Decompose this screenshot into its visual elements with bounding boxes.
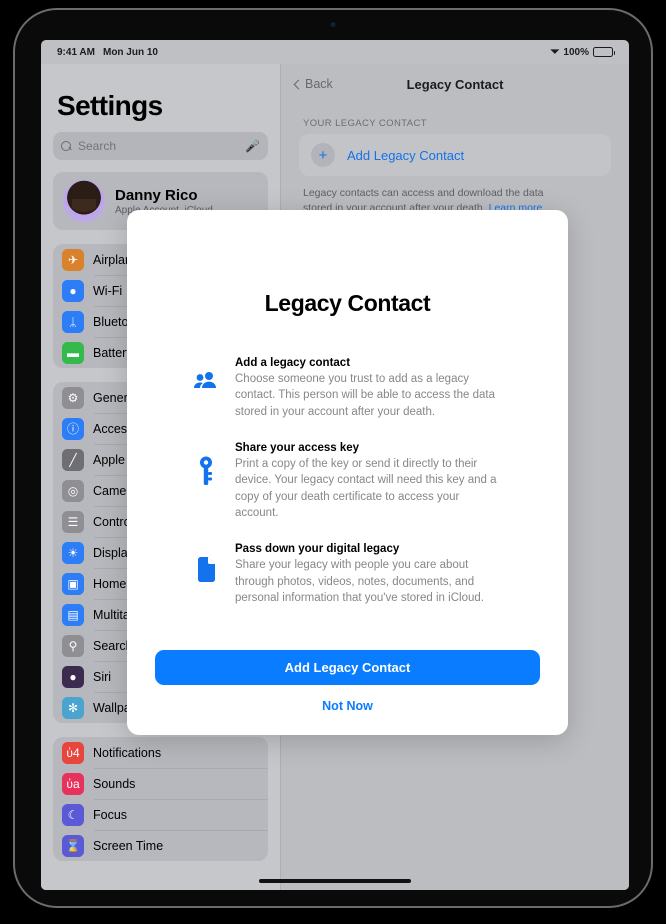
feature-item: Share your access key Print a copy of the… <box>193 442 502 521</box>
page-title: Settings <box>57 90 163 121</box>
camera-icon: ◎ <box>62 479 84 502</box>
feature-body: Choose someone you trust to add as a leg… <box>235 373 495 418</box>
feature-text: Pass down your digital legacy Share your … <box>235 543 502 606</box>
plus-icon: + <box>311 143 335 167</box>
modal-actions: Add Legacy Contact Not Now <box>155 650 540 735</box>
feature-heading: Add a legacy contact <box>235 357 351 369</box>
status-time: 9:41 AM <box>57 46 95 58</box>
siri-icon: ● <box>62 665 84 688</box>
hourglass-icon: ⌛ <box>62 834 84 857</box>
screen: 9:41 AM Mon Jun 10 ⏷ 100% Settings Searc… <box>41 40 629 890</box>
not-now-button[interactable]: Not Now <box>155 699 540 713</box>
feature-list: Add a legacy contact Choose someone you t… <box>155 357 540 606</box>
add-legacy-contact-button[interactable]: Add Legacy Contact <box>155 650 540 685</box>
home-indicator[interactable] <box>259 879 411 883</box>
add-legacy-contact-row[interactable]: + Add Legacy Contact <box>299 134 611 176</box>
wallpaper-icon: ✻ <box>62 696 84 719</box>
detail-title: Legacy Contact <box>406 76 504 92</box>
brightness-icon: ☀ <box>62 541 84 564</box>
device-frame: 9:41 AM Mon Jun 10 ⏷ 100% Settings Searc… <box>13 8 653 908</box>
bluetooth-icon: ᛦ <box>62 310 84 333</box>
two-people-icon <box>193 357 219 389</box>
search-input[interactable]: Search 🎤 <box>53 132 268 160</box>
document-icon <box>193 543 219 583</box>
sidebar-item-label: Wi-Fi <box>93 283 123 298</box>
search-icon <box>61 140 72 152</box>
feature-body: Share your legacy with people you care a… <box>235 559 484 604</box>
airplane-icon: ✈ <box>62 248 84 271</box>
microphone-icon[interactable]: 🎤 <box>245 139 260 153</box>
profile-name: Danny Rico <box>115 186 198 204</box>
apple-pencil-icon: ╱ <box>62 448 84 471</box>
battery-icon: ▬ <box>62 341 84 364</box>
feature-text: Share your access key Print a copy of the… <box>235 442 502 521</box>
search-placeholder: Search <box>78 139 117 153</box>
control-center-icon: ☰ <box>62 510 84 533</box>
gear-icon: ⚙ <box>62 386 84 409</box>
back-button[interactable]: Back <box>293 77 333 91</box>
status-date: Mon Jun 10 <box>102 46 158 58</box>
feature-text: Add a legacy contact Choose someone you t… <box>235 357 502 420</box>
chevron-left-icon <box>293 79 304 89</box>
key-icon <box>193 442 219 486</box>
battery-full-icon <box>593 47 615 57</box>
sidebar-item-screen-time[interactable]: ⌛ Screen Time <box>53 830 268 861</box>
home-screen-icon: ▣ <box>62 572 84 595</box>
moon-icon: ☾ <box>62 803 84 826</box>
modal-title: Legacy Contact <box>264 290 431 316</box>
avatar <box>63 180 105 222</box>
sidebar-item-label: Focus <box>93 807 128 822</box>
wifi-icon: ⏷ <box>550 45 560 58</box>
sidebar-item-label: Screen Time <box>93 838 164 853</box>
detail-nav-bar: Back Legacy Contact <box>281 64 629 104</box>
feature-heading: Pass down your digital legacy <box>235 543 400 556</box>
sidebar-item-label: Siri <box>93 669 112 684</box>
multitasking-icon: ▤ <box>62 603 84 626</box>
add-legacy-contact-label: Add Legacy Contact <box>347 147 465 163</box>
section-header: YOUR LEGACY CONTACT <box>303 118 427 129</box>
feature-item: Pass down your digital legacy Share your … <box>193 543 502 606</box>
legacy-contact-modal: Legacy Contact Add a legacy contact Choos… <box>127 210 568 735</box>
sidebar-item-notifications[interactable]: ὑ4 Notifications <box>53 737 268 768</box>
status-bar: 9:41 AM Mon Jun 10 ⏷ 100% <box>41 40 629 64</box>
feature-body: Print a copy of the key or send it direc… <box>235 457 497 519</box>
sidebar-item-sounds[interactable]: ὐa Sounds <box>53 768 268 799</box>
feature-heading: Share your access key <box>235 441 360 454</box>
accessibility-icon: ⓘ <box>62 417 84 440</box>
back-label: Back <box>305 77 333 91</box>
sidebar-item-label: Notifications <box>93 745 162 760</box>
battery-percent: 100% <box>563 46 589 58</box>
settings-group: ὑ4 Notifications ὐa Sounds ☾ Focus ⌛ Screen Tim… <box>53 737 268 861</box>
speaker-icon: ὐa <box>62 772 84 795</box>
sidebar-item-focus[interactable]: ☾ Focus <box>53 799 268 830</box>
wifi-icon: ● <box>62 279 84 302</box>
bell-icon: ὑ4 <box>62 741 84 764</box>
front-camera-icon <box>330 22 336 27</box>
feature-item: Add a legacy contact Choose someone you t… <box>193 357 502 420</box>
sidebar-item-label: Sounds <box>93 776 136 791</box>
search-icon: ⚲ <box>62 634 84 657</box>
